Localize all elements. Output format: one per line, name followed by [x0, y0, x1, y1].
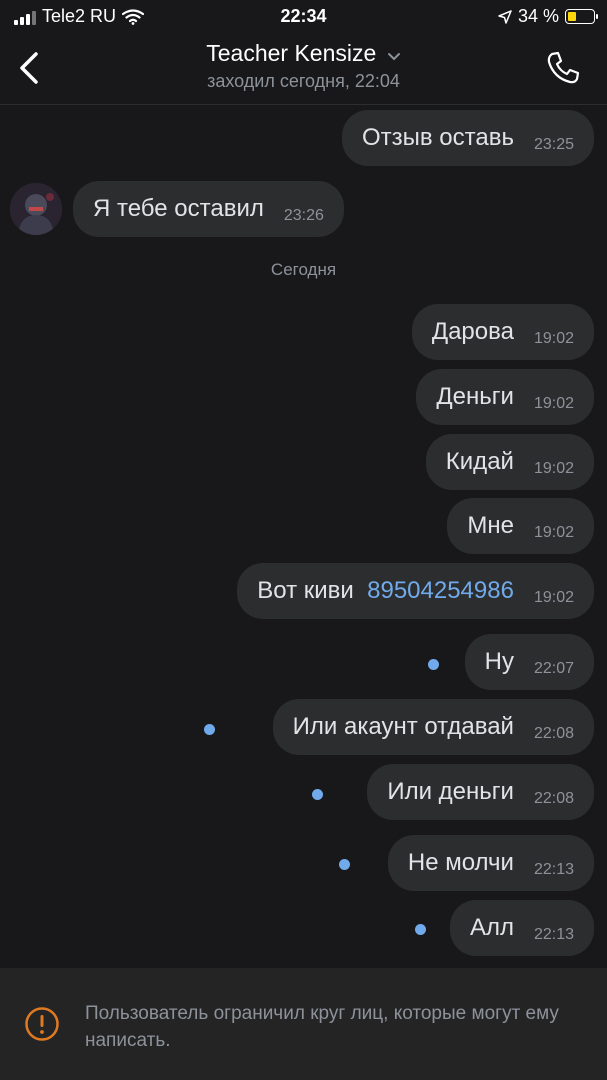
- message-text: Вот киви 89504254986: [257, 577, 514, 605]
- chat-title[interactable]: Teacher Kensize: [0, 40, 607, 67]
- last-seen-status: заходил сегодня, 22:04: [207, 71, 400, 91]
- message-text: Деньги: [436, 383, 514, 410]
- message-time: 22:08: [533, 790, 574, 807]
- message-time: 22:07: [533, 660, 574, 677]
- message-text: Я тебе оставил: [93, 195, 264, 222]
- message-time: 22:13: [533, 926, 574, 943]
- message-time: 19:02: [533, 460, 574, 477]
- message-text: Или акаунт отдавай: [292, 713, 514, 740]
- location-icon: [498, 9, 512, 24]
- battery-percent: 34 %: [517, 6, 559, 26]
- message-text: Дарова: [431, 318, 514, 345]
- notice-text: Пользователь ограничил круг лиц, которые…: [85, 1003, 559, 1051]
- message-time: 22:08: [533, 725, 574, 742]
- message-outgoing[interactable]: Ну 22:07: [464, 634, 594, 690]
- unread-indicator: [339, 859, 350, 870]
- message-time: 22:13: [533, 861, 574, 878]
- message-time: 19:02: [533, 330, 574, 347]
- message-outgoing[interactable]: Мне 19:02: [447, 498, 594, 554]
- message-text: Кидай: [445, 448, 514, 475]
- message-time: 23:25: [533, 136, 574, 153]
- message-text-prefix: Вот киви: [257, 577, 361, 604]
- message-outgoing[interactable]: Вот киви 89504254986 19:02: [237, 563, 594, 619]
- battery-icon: [565, 9, 598, 24]
- message-text: Отзыв оставь: [361, 124, 514, 151]
- unread-indicator: [312, 789, 323, 800]
- message-outgoing[interactable]: Дарова 19:02: [411, 304, 594, 360]
- message-incoming[interactable]: Я тебе оставил 23:26: [73, 181, 344, 237]
- contact-name[interactable]: Teacher Kensize: [206, 40, 376, 66]
- message-outgoing[interactable]: Отзыв оставь 23:25: [341, 110, 594, 166]
- chevron-down-icon[interactable]: [387, 52, 401, 62]
- message-time: 23:26: [283, 207, 324, 224]
- message-outgoing[interactable]: Алл 22:13: [449, 900, 594, 956]
- date-separator: Сегодня: [270, 260, 337, 279]
- message-outgoing[interactable]: Не молчи 22:13: [387, 835, 594, 891]
- avatar-image: [10, 183, 62, 235]
- avatar[interactable]: [10, 183, 62, 235]
- message-time: 19:02: [533, 395, 574, 412]
- message-outgoing[interactable]: Деньги 19:02: [416, 369, 594, 425]
- unread-indicator: [204, 724, 215, 735]
- message-text: Или деньги: [387, 778, 514, 805]
- phone-call-icon[interactable]: [543, 48, 583, 88]
- message-text: Мне: [467, 512, 514, 539]
- unread-indicator: [428, 659, 439, 670]
- status-bar: Tele2 RU 22:34 34 %: [0, 0, 607, 34]
- message-outgoing[interactable]: Или деньги 22:08: [367, 764, 594, 820]
- message-text: Ну: [484, 648, 514, 675]
- message-text: Не молчи: [407, 849, 514, 876]
- warning-icon: [25, 1007, 59, 1041]
- message-outgoing[interactable]: Или акаунт отдавай 22:08: [272, 699, 594, 755]
- unread-indicator: [415, 924, 426, 935]
- message-text: Алл: [469, 914, 514, 941]
- message-outgoing[interactable]: Кидай 19:02: [425, 434, 594, 490]
- chat-header: Teacher Kensize заходил сегодня, 22:04: [0, 34, 607, 105]
- phone-number-link[interactable]: 89504254986: [367, 577, 514, 604]
- message-time: 19:02: [533, 524, 574, 541]
- message-time: 19:02: [533, 589, 574, 606]
